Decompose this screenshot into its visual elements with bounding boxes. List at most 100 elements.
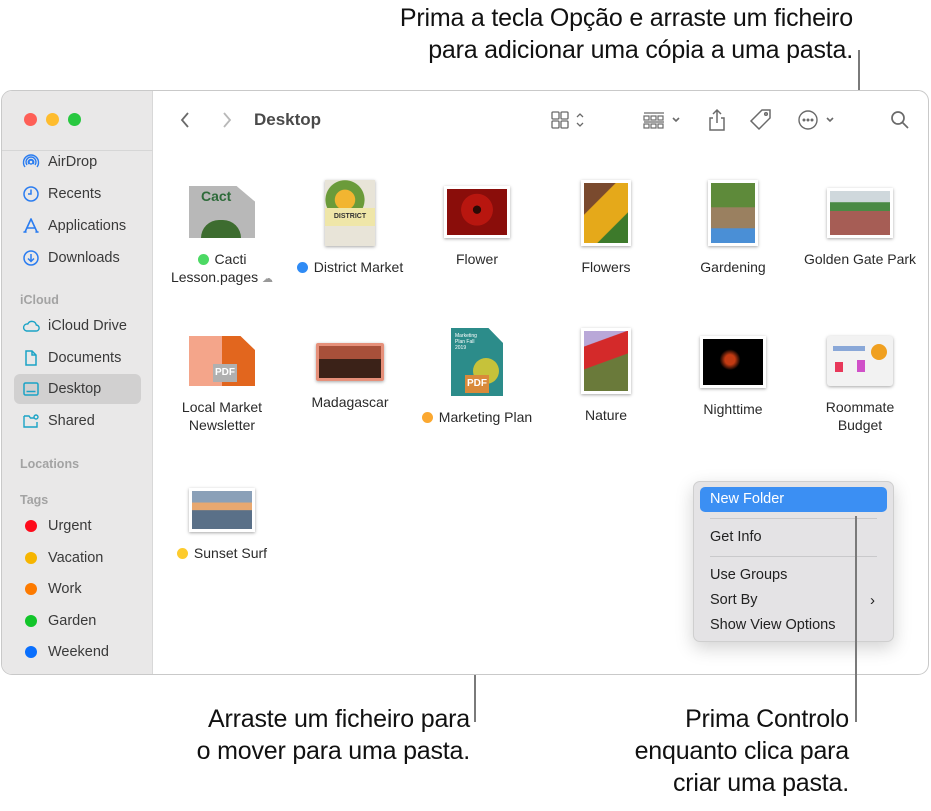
- menu-item-label: Sort By: [710, 592, 758, 608]
- sidebar-item-label: Garden: [48, 613, 97, 629]
- bar: [857, 360, 865, 372]
- file-roommate-budget[interactable]: Roommate Budget: [796, 326, 924, 434]
- applications-icon: [22, 217, 40, 235]
- file-name-text: Nighttime: [703, 401, 763, 417]
- file-thumbnail: DISTRICT: [325, 180, 375, 246]
- file-name-text: District Market: [313, 259, 404, 275]
- sidebar-item-label: Vacation: [48, 550, 104, 566]
- file-flowers[interactable]: Flowers: [542, 176, 670, 276]
- file-thumbnail: [827, 336, 893, 386]
- file-name-text: Cacti: [214, 251, 247, 267]
- file-flower[interactable]: Flower: [413, 176, 541, 268]
- file-name-text: Golden Gate Park: [803, 251, 917, 267]
- file-sunset-surf[interactable]: Sunset Surf: [158, 476, 286, 562]
- sidebar-item-label: Work: [48, 581, 82, 597]
- tag-icon: [749, 109, 771, 131]
- thumb-title: DISTRICT: [325, 208, 375, 226]
- tag-color-dot-icon: [22, 517, 40, 535]
- chevron-right-icon: ›: [870, 592, 875, 609]
- file-name: Madagascar: [286, 393, 414, 411]
- callout-text: Prima Controlo: [685, 705, 849, 733]
- file-name-text: Roommate: [825, 399, 895, 415]
- icon-view-icon: [551, 111, 584, 129]
- back-button[interactable]: [174, 109, 196, 131]
- back-icon: [180, 112, 189, 128]
- file-madagascar[interactable]: Madagascar: [286, 326, 414, 411]
- file-gardening[interactable]: Gardening: [669, 176, 797, 276]
- callout-text: Prima a tecla Opção e arraste um ficheir…: [399, 4, 853, 32]
- thumb-title: Cact: [201, 188, 232, 204]
- cloud-download-icon[interactable]: ☁: [262, 273, 273, 285]
- sidebar-item-label: Weekend: [48, 644, 109, 660]
- sidebar-item-label: Desktop: [48, 381, 102, 397]
- file-district-market[interactable]: DISTRICT District Market: [286, 176, 414, 276]
- callout-leader-line: [855, 516, 857, 722]
- file-marketing-plan[interactable]: Marketing Plan Fall 2019 PDF Marketing P…: [413, 326, 541, 426]
- sidebar-tag-weekend[interactable]: Weekend: [14, 637, 141, 667]
- view-mode-button[interactable]: [548, 108, 592, 132]
- desktop-icon: [22, 380, 40, 398]
- tag-dot: [421, 412, 433, 423]
- file-thumbnail: [708, 180, 758, 246]
- tag-color-dot-icon: [22, 643, 40, 661]
- file-thumbnail: [827, 188, 893, 238]
- tag-dot: [176, 548, 188, 559]
- toolbar: Desktop: [154, 91, 928, 149]
- sidebar-item-downloads[interactable]: Downloads: [14, 243, 141, 273]
- search-button[interactable]: [888, 108, 912, 132]
- file-name: Roommate Budget: [796, 398, 924, 434]
- group-button[interactable]: [641, 108, 687, 132]
- callout-text: criar uma pasta.: [672, 769, 849, 797]
- file-name-text: Madagascar: [311, 394, 389, 410]
- sidebar-item-shared[interactable]: Shared: [14, 406, 141, 436]
- file-golden-gate-park[interactable]: Golden Gate Park: [796, 176, 924, 268]
- section-header-locations: Locations: [20, 457, 80, 471]
- close-button[interactable]: [24, 113, 37, 126]
- minimize-button[interactable]: [46, 113, 59, 126]
- more-icon: [798, 110, 834, 130]
- file-name: Flower: [413, 250, 541, 268]
- menu-item-show-view-options[interactable]: Show View Options: [700, 613, 887, 638]
- forward-button[interactable]: [216, 109, 238, 131]
- file-name: Nighttime: [669, 400, 797, 418]
- menu-item-get-info[interactable]: Get Info: [700, 525, 887, 550]
- sidebar: AirDrop Recents Applications Downloads i…: [2, 91, 153, 674]
- cactus-shape: [201, 220, 241, 238]
- sidebar-item-label: Documents: [48, 350, 122, 366]
- file-nature[interactable]: Nature: [542, 326, 670, 424]
- sidebar-item-documents[interactable]: Documents: [14, 343, 141, 373]
- sidebar-tag-urgent[interactable]: Urgent: [14, 511, 141, 541]
- group-icon: [643, 112, 680, 129]
- callout-text: enquanto clica para: [634, 737, 850, 765]
- tag-button[interactable]: [748, 107, 774, 133]
- file-nighttime[interactable]: Nighttime: [669, 326, 797, 418]
- menu-item-use-groups[interactable]: Use Groups: [700, 563, 887, 588]
- file-name-text: Flower: [455, 251, 498, 267]
- file-name: District Market: [286, 258, 414, 276]
- callout-control-click: Prima Controlo enquanto clica para criar…: [529, 703, 850, 799]
- sidebar-item-icloud-drive[interactable]: iCloud Drive: [14, 311, 141, 341]
- section-header-icloud: iCloud: [20, 293, 59, 307]
- file-name-text: Nature: [584, 407, 628, 423]
- zoom-button[interactable]: [68, 113, 81, 126]
- sidebar-tag-vacation[interactable]: Vacation: [14, 543, 141, 573]
- sidebar-tag-garden[interactable]: Garden: [14, 606, 141, 636]
- sidebar-item-applications[interactable]: Applications: [14, 211, 141, 241]
- bar: [835, 362, 843, 372]
- sidebar-item-airdrop[interactable]: AirDrop: [14, 147, 141, 177]
- share-button[interactable]: [705, 106, 729, 134]
- sidebar-item-desktop[interactable]: Desktop: [14, 374, 141, 404]
- pdf-badge: PDF: [213, 364, 237, 382]
- download-icon: [22, 249, 40, 267]
- file-local-market-newsletter[interactable]: PDF Local Market Newsletter: [158, 326, 286, 434]
- sidebar-item-recents[interactable]: Recents: [14, 179, 141, 209]
- menu-item-new-folder[interactable]: New Folder: [700, 487, 887, 512]
- file-thumbnail: Cact: [189, 186, 255, 238]
- file-name-text: Gardening: [700, 259, 766, 275]
- callout-option-drag: Prima a tecla Opção e arraste um ficheir…: [233, 2, 853, 66]
- menu-item-sort-by[interactable]: Sort By ›: [700, 588, 887, 613]
- file-name-text: Local Market: [181, 399, 263, 415]
- more-actions-button[interactable]: [796, 108, 842, 132]
- file-cacti-lesson[interactable]: Cact Cacti Lesson.pages ☁: [158, 176, 286, 288]
- sidebar-tag-work[interactable]: Work: [14, 574, 141, 604]
